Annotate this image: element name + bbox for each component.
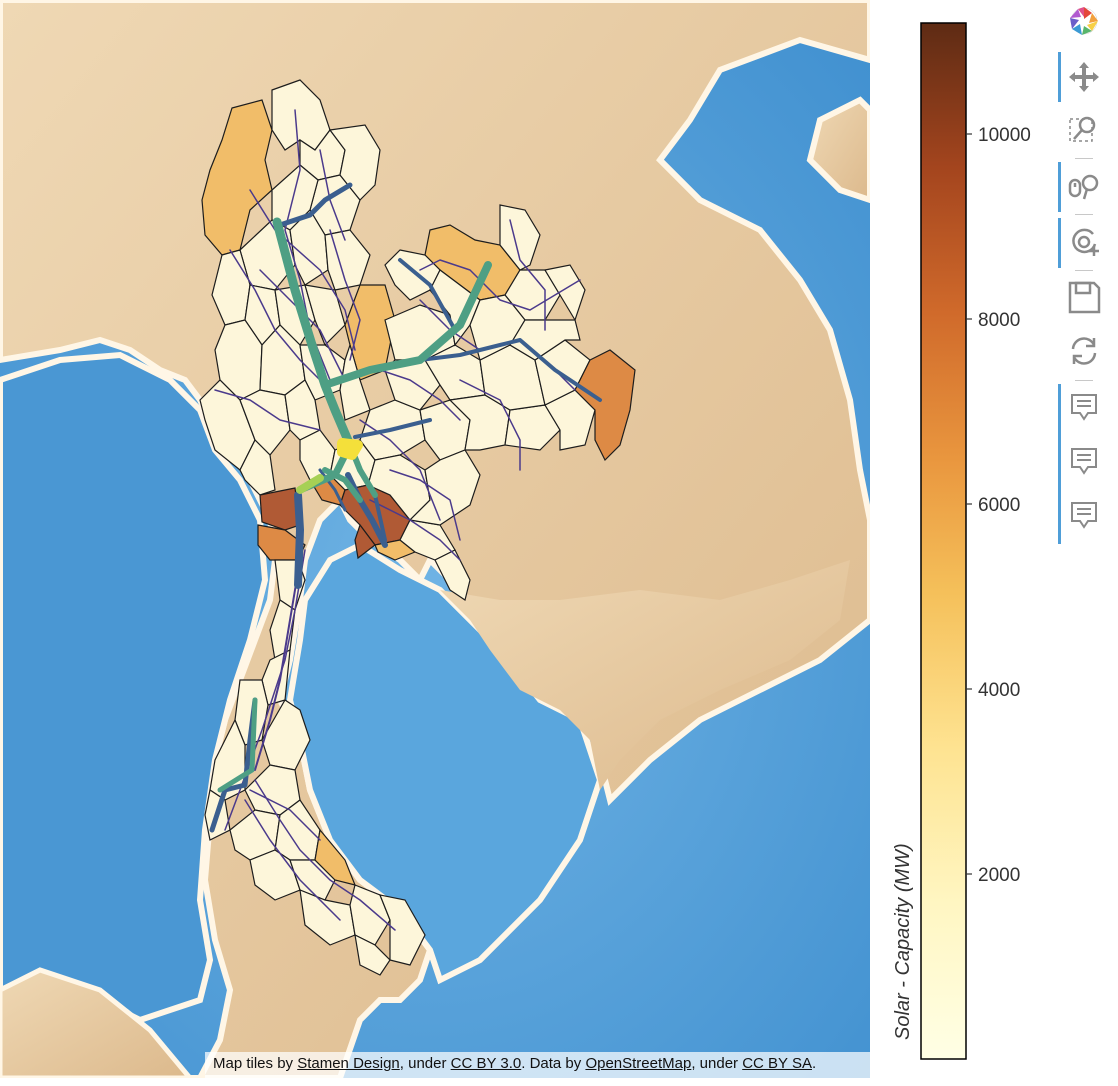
openstreetmap-link[interactable]: OpenStreetMap xyxy=(585,1055,691,1072)
box-zoom-icon[interactable] xyxy=(1065,110,1103,148)
colorbar-tick-label: 10000 xyxy=(978,125,1031,146)
pan-icon[interactable] xyxy=(1065,58,1103,96)
stamen-design-link[interactable]: Stamen Design xyxy=(297,1055,400,1072)
colorbar-tick-label: 2000 xyxy=(978,865,1020,886)
bokeh-logo-icon[interactable] xyxy=(1065,2,1103,40)
transmission-line[interactable] xyxy=(337,438,363,460)
attribution-text: . xyxy=(811,1055,817,1072)
map-attribution: Map tiles by Stamen Design, under CC BY … xyxy=(205,1052,870,1078)
colorbar-scale xyxy=(920,22,967,1060)
reset-icon[interactable] xyxy=(1065,332,1103,370)
toolbar-separator xyxy=(1075,270,1093,271)
toolbar-separator xyxy=(1075,214,1093,215)
toolbar-separator xyxy=(1075,158,1093,159)
toolbar-active-bar xyxy=(1058,52,1061,102)
toolbar-separator xyxy=(1075,380,1093,381)
map-canvas[interactable] xyxy=(0,0,870,1078)
attribution-text: , under xyxy=(691,1055,743,1072)
cc-by-sa-link[interactable]: CC BY SA xyxy=(742,1055,812,1072)
hover-icon[interactable] xyxy=(1065,388,1103,426)
hover-icon[interactable] xyxy=(1065,442,1103,480)
zoom-in-icon[interactable] xyxy=(1065,222,1103,260)
toolbar-active-bar xyxy=(1058,384,1061,544)
attribution-text: , under xyxy=(399,1055,451,1072)
attribution-text: Map tiles by xyxy=(213,1055,298,1072)
toolbar-active-bar xyxy=(1058,162,1061,212)
save-icon[interactable] xyxy=(1065,278,1103,316)
wheel-zoom-icon[interactable] xyxy=(1065,168,1103,206)
attribution-text: . Data by xyxy=(521,1055,586,1072)
toolbar xyxy=(1055,0,1118,560)
map-svg[interactable] xyxy=(0,0,870,1078)
transmission-line[interactable] xyxy=(294,491,304,589)
colorbar-tick-label: 4000 xyxy=(978,680,1020,701)
province-region[interactable] xyxy=(259,487,301,531)
hover-icon[interactable] xyxy=(1065,496,1103,534)
colorbar-tick-label: 8000 xyxy=(978,310,1020,331)
colorbar-tick-label: 6000 xyxy=(978,495,1020,516)
cc-by-link[interactable]: CC BY 3.0 xyxy=(451,1055,522,1072)
toolbar-active-bar xyxy=(1058,218,1061,268)
colorbar-title: Solar - Capacity (MW) xyxy=(892,843,914,1040)
